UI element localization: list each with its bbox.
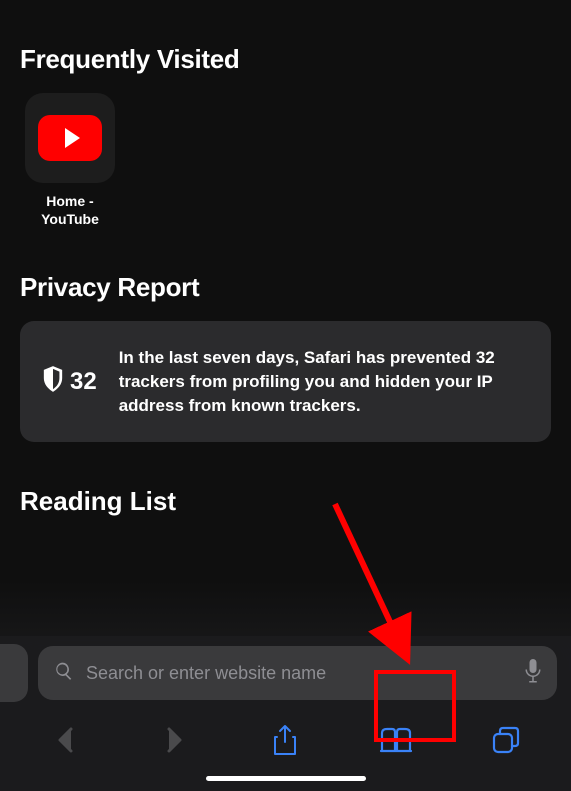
site-tile-youtube[interactable]: Home - YouTube [20,93,120,228]
forward-button[interactable] [130,716,220,764]
privacy-report-text: In the last seven days, Safari has preve… [119,346,529,417]
address-bar[interactable]: Search or enter website name [38,646,557,700]
adjacent-tab-peek[interactable] [0,644,28,702]
microphone-icon[interactable] [525,659,541,688]
youtube-icon [25,93,115,183]
privacy-badge: 32 [42,366,97,397]
privacy-tracker-count: 32 [70,368,97,396]
home-indicator[interactable] [206,776,366,781]
toolbar [0,708,571,772]
search-icon [54,661,74,686]
privacy-report-title: Privacy Report [20,272,551,303]
privacy-report-card[interactable]: 32 In the last seven days, Safari has pr… [20,321,551,442]
bottom-bar: Search or enter website name [0,636,571,791]
search-placeholder: Search or enter website name [86,663,513,684]
bookmarks-button[interactable] [351,716,441,764]
share-button[interactable] [240,716,330,764]
reading-list-title: Reading List [20,486,551,517]
frequently-visited-title: Frequently Visited [20,44,551,75]
frequently-visited-grid: Home - YouTube [20,93,551,228]
shield-icon [42,366,64,397]
back-button[interactable] [20,716,110,764]
site-label: Home - YouTube [41,193,99,228]
tabs-button[interactable] [461,716,551,764]
